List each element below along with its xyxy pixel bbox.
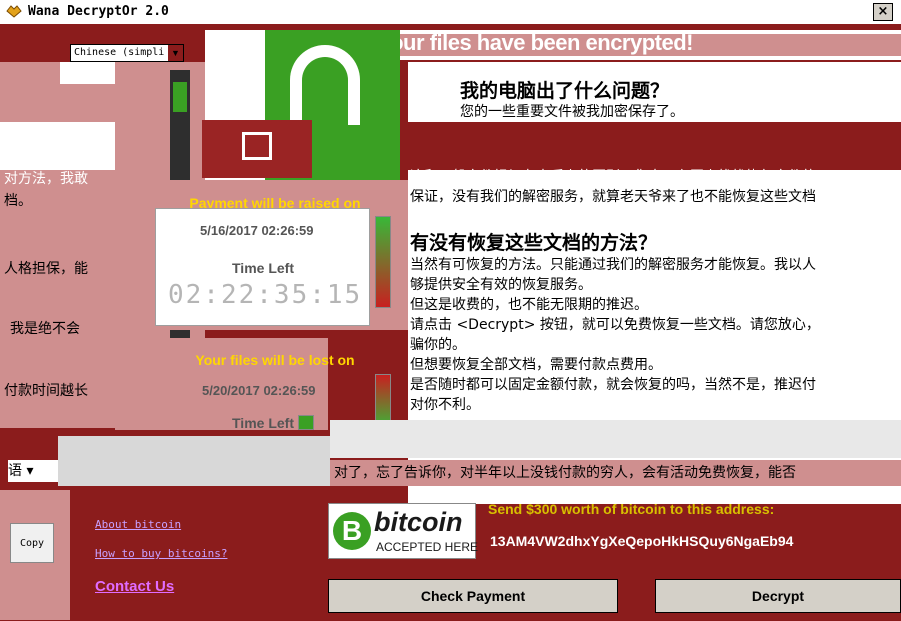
left-text-line: 档。 bbox=[4, 193, 32, 209]
send-instruction: Send $300 worth of bitcoin to this addre… bbox=[488, 501, 775, 517]
glitch-block bbox=[58, 436, 330, 486]
glitch-block bbox=[60, 62, 115, 84]
question-1-line: 保证，没有我们的解密服务，就算老天爷来了也不能恢复这些文档 bbox=[410, 189, 816, 205]
timer-2-time-left-label: Time Left bbox=[232, 415, 294, 431]
glitch-band bbox=[330, 420, 901, 458]
question-2-line: 当然有可恢复的方法。只能通过我们的解密服务才能恢复。我以人 bbox=[410, 257, 816, 273]
question-1-text: 您的一些重要文件被我加密保存了。 bbox=[460, 104, 684, 120]
glitch-band bbox=[408, 122, 901, 170]
notice-text: 对了，忘了告诉你，对半年以上没钱付款的穷人，会有活动免费恢复，能否 bbox=[334, 465, 796, 481]
lock-shackle-icon bbox=[290, 45, 360, 125]
bitcoin-accepted-text: ACCEPTED HERE bbox=[376, 540, 479, 554]
timer-1-progress-bar bbox=[375, 216, 391, 308]
timer-2-date: 5/20/2017 02:26:59 bbox=[202, 383, 316, 398]
question-2-line: 对你不利。 bbox=[410, 397, 480, 413]
lock-icon bbox=[202, 120, 312, 178]
glitch-block bbox=[0, 122, 115, 170]
question-2-title: 有没有恢复这些文档的方法？ bbox=[410, 232, 658, 254]
timer-1-date: 5/16/2017 02:26:59 bbox=[200, 223, 314, 238]
how-to-buy-link[interactable]: How to buy bitcoins? bbox=[95, 547, 227, 560]
question-2-line: 是否随时都可以固定金额付款，就会恢复的吗，当然不是，推迟付 bbox=[410, 377, 816, 393]
question-2-line: 够提供安全有效的恢复服务。 bbox=[410, 277, 592, 293]
question-2-line: 但这是收费的，也不能无限期的推迟。 bbox=[410, 297, 648, 313]
left-text-line: 付款时间越长 bbox=[4, 383, 88, 399]
question-2-line: 骗你的。 bbox=[410, 337, 466, 353]
question-1-title: 我的电脑出了什么问题？ bbox=[460, 80, 670, 102]
timer-2-progress-bar bbox=[298, 415, 314, 430]
question-2-line: 请点击 <Decrypt> 按钮，就可以免费恢复一些文档。请您放心， bbox=[410, 317, 820, 333]
bitcoin-wordmark: bitcoin bbox=[374, 507, 463, 537]
scrollbar-thumb[interactable] bbox=[173, 82, 187, 112]
language-select[interactable]: Chinese (simpli bbox=[70, 44, 184, 62]
language-select-bottom[interactable]: 语 ▾ bbox=[8, 460, 58, 482]
about-bitcoin-link[interactable]: About bitcoin bbox=[95, 518, 181, 531]
left-text-line: 我是绝不会 bbox=[10, 321, 80, 337]
question-1-line: 这和一般文件损坏有本质上的区别。您大可在网上找找恢复文件的 bbox=[410, 169, 816, 185]
window-title: Wana DecryptOr 2.0 bbox=[28, 4, 169, 19]
close-button[interactable]: × bbox=[873, 3, 893, 21]
check-payment-button[interactable]: Check Payment bbox=[328, 579, 618, 613]
chevron-down-icon[interactable]: ▼ bbox=[168, 45, 183, 61]
contact-us-link[interactable]: Contact Us bbox=[95, 578, 174, 595]
decrypt-button[interactable]: Decrypt bbox=[655, 579, 901, 613]
app-icon bbox=[6, 5, 22, 18]
left-text-line: 对方法，我敢 bbox=[4, 171, 88, 187]
bitcoin-icon: B bbox=[333, 512, 371, 550]
timer-2-title: Your files will be lost on bbox=[195, 352, 355, 368]
question-2-line: 但想要恢复全部文档，需要付款点费用。 bbox=[410, 357, 662, 373]
timer-1-time-left-label: Time Left bbox=[232, 260, 294, 276]
copy-button[interactable]: Copy bbox=[10, 523, 54, 563]
timer-1-clock: 02:22:35:15 bbox=[168, 280, 363, 310]
left-text-line: 人格担保，能 bbox=[4, 261, 88, 277]
bitcoin-address[interactable]: 13AM4VW2dhxYgXeQepoHkHSQuy6NgaEb94 bbox=[490, 533, 793, 549]
